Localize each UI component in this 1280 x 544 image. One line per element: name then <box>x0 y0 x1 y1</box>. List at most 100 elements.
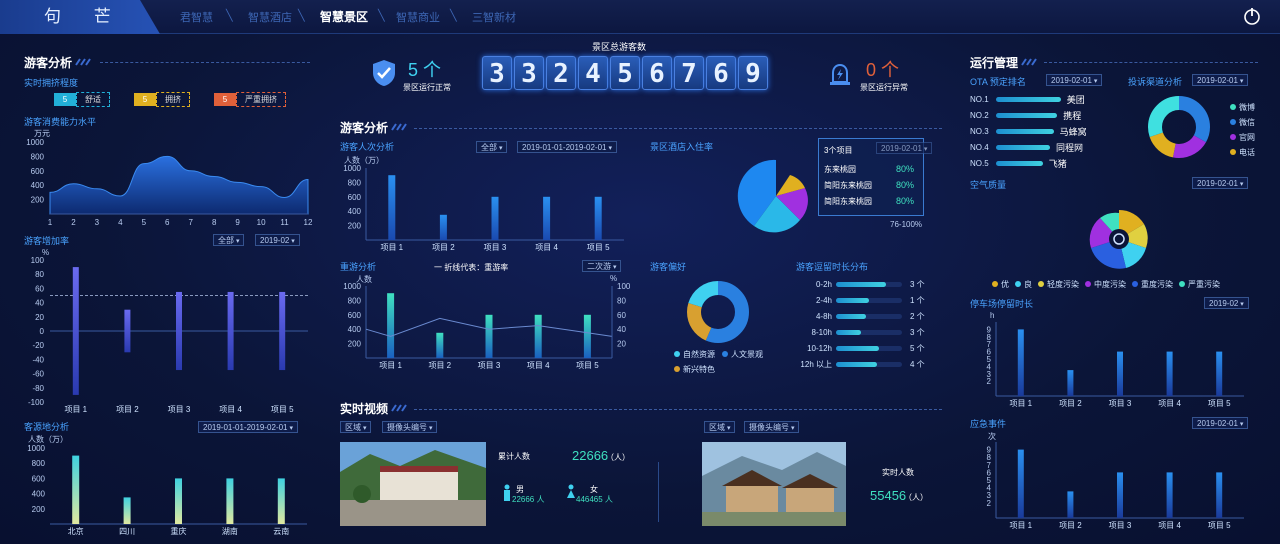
y-tick-label: 800 <box>32 459 46 468</box>
title-decoration-icon <box>1021 58 1037 66</box>
pref-legend-item: 新兴特色 <box>674 364 715 375</box>
complaint-donut-chart <box>1148 96 1210 158</box>
complaint-date-select[interactable]: 2019-02-01 <box>1192 74 1249 86</box>
video-camera-select[interactable]: 摄像头编号 <box>382 421 438 433</box>
counter-digit: 3 <box>514 56 544 90</box>
growth-filter-select[interactable]: 全部 <box>213 234 245 246</box>
growth-bar-chart: 100 80 60 40 20 0 -20 -40 -60 -80 -100 项目 1 项目 2 项目 3… <box>28 256 308 414</box>
hotel-row-value: 80% <box>896 164 915 174</box>
stay-row-label: 10-12h <box>807 343 832 353</box>
crowd-legend-severe: 5 严重拥挤 <box>214 92 286 107</box>
stay-row-fill <box>836 345 879 351</box>
emerg-date-select[interactable]: 2019-02-01 <box>1192 417 1249 429</box>
video-total-label: 累计人数 <box>498 452 530 461</box>
y-tick-label: 600 <box>32 474 46 483</box>
video2-camera-select[interactable]: 摄像头编号 <box>744 421 800 433</box>
y-tick-label: -40 <box>32 355 44 364</box>
nav-item-4[interactable]: 智慧商业 <box>396 9 440 25</box>
stay-row: 8-10h 3 个 <box>796 324 926 340</box>
y-tick-label: -60 <box>32 370 44 379</box>
hotel-row-value: 80% <box>896 196 915 206</box>
stay-row-label: 12h 以上 <box>800 359 832 369</box>
bar-mark <box>387 293 395 358</box>
y-tick-label: 200 <box>348 340 362 349</box>
stay-row-track <box>836 329 902 335</box>
bar-mark <box>175 478 182 524</box>
normal-count: 5 个 <box>408 60 442 80</box>
x-tick-label: 项目 1 <box>1009 521 1032 530</box>
male-icon <box>504 484 510 501</box>
ota-bar <box>996 128 1054 134</box>
nav-item-1[interactable]: 君智慧 <box>180 9 213 25</box>
counter-digit: 3 <box>482 56 512 90</box>
divider <box>414 128 942 129</box>
total-visitors-counter: 3 3 2 4 5 6 7 6 9 <box>482 56 768 90</box>
video-feed-2[interactable] <box>702 442 846 526</box>
air-date-select[interactable]: 2019-02-01 <box>1192 177 1249 189</box>
bar-mark <box>485 314 493 358</box>
x-tick-label: 重庆 <box>171 526 187 536</box>
hotel-row-name: 简阳东来桃园 <box>824 181 872 190</box>
air-title: 空气质量 <box>970 180 1007 190</box>
nav-separator: ╲ <box>378 10 385 22</box>
park-date-select[interactable]: 2019-02 <box>1204 297 1249 309</box>
alarm-icon <box>830 63 850 85</box>
ota-date-select[interactable]: 2019-02-01 <box>1046 74 1103 86</box>
emerg-bar-chart: 23456789项目 1 项目 2 项目 3 项目 4 项目 5 <box>987 442 1244 530</box>
stay-row-fill <box>836 361 877 367</box>
video2-area-select[interactable]: 区域 <box>704 421 736 433</box>
x-tick-label: 项目 1 <box>1009 399 1032 408</box>
x-tick-label: 项目 1 <box>379 361 402 370</box>
power-icon[interactable] <box>1242 6 1262 26</box>
hotel-row-name: 简阳东来桃园 <box>824 197 872 206</box>
x-tick-label: 项目 2 <box>428 361 451 370</box>
hotel-tooltip-select[interactable]: 2019-02-01 <box>876 142 933 154</box>
video-total-value: 22666 <box>572 448 609 463</box>
nav-item-2[interactable]: 智慧酒店 <box>248 9 292 25</box>
video-area-select[interactable]: 区域 <box>340 421 372 433</box>
x-tick-label: 项目 4 <box>1158 521 1181 530</box>
count-filter-select[interactable]: 全部 <box>476 141 508 153</box>
bar-mark <box>1166 472 1173 518</box>
stay-row-label: 2-4h <box>815 295 832 305</box>
source-date-select[interactable]: 2019-01-01-2019-02-01 <box>198 421 298 433</box>
revisit-select[interactable]: 二次游 <box>582 260 622 272</box>
stay-row-fill <box>836 281 886 287</box>
divider <box>1044 62 1258 63</box>
consume-area-chart: 20040060080010001 2 3 4 5 6 7 8 9 10 11 12 <box>26 138 313 227</box>
growth-date-select[interactable]: 2019-02 <box>255 234 300 246</box>
x-tick-label: 项目 5 <box>271 405 294 414</box>
x-tick-label: 项目 5 <box>576 361 599 370</box>
title-decoration-icon <box>391 404 407 412</box>
complaint-title: 投诉渠道分析 <box>1128 77 1183 87</box>
bar-mark <box>543 196 551 240</box>
x-tick-label: 10 <box>257 218 266 227</box>
y-tick-label: 800 <box>31 152 45 161</box>
nav-item-3-active[interactable]: 智慧景区 <box>320 8 368 25</box>
abnormal-label: 景区运行异常 <box>860 83 908 92</box>
consume-area-series <box>49 155 309 215</box>
ota-ranking-list: NO.1 美团 NO.2 携程 NO.3 马蜂窝 NO.4 同程网 NO.5 飞猪 <box>970 91 1100 171</box>
y-tick-label: 800 <box>348 296 362 305</box>
video-feed-1[interactable] <box>340 442 486 526</box>
x-tick-label: 7 <box>189 218 194 227</box>
stay-row: 12h 以上 4 个 <box>796 356 926 372</box>
pref-legend-item: 人文景观 <box>722 349 763 360</box>
legend-item: 电话 <box>1230 145 1255 160</box>
female-icon <box>567 484 575 498</box>
title-decoration-icon <box>75 58 91 66</box>
bar-mark <box>1117 351 1123 396</box>
x-tick-label: 5 <box>142 218 147 227</box>
y-tick-label: 1000 <box>26 138 44 147</box>
source-title: 客源地分析 <box>24 422 70 432</box>
stay-row-track <box>836 345 902 351</box>
nav-separator: ╲ <box>226 10 233 22</box>
nav-item-5[interactable]: 三智新材 <box>472 9 516 25</box>
stay-row-track <box>836 313 902 319</box>
count-date-select[interactable]: 2019-01-01-2019-02-01 <box>517 141 617 153</box>
revisit-title: 重游分析 <box>340 262 377 272</box>
stay-row-value: 1 个 <box>910 295 925 305</box>
ota-name: 马蜂窝 <box>1059 126 1087 137</box>
growth-title: 游客增加率 <box>24 236 70 246</box>
legend-label: 拥挤 <box>156 92 190 107</box>
